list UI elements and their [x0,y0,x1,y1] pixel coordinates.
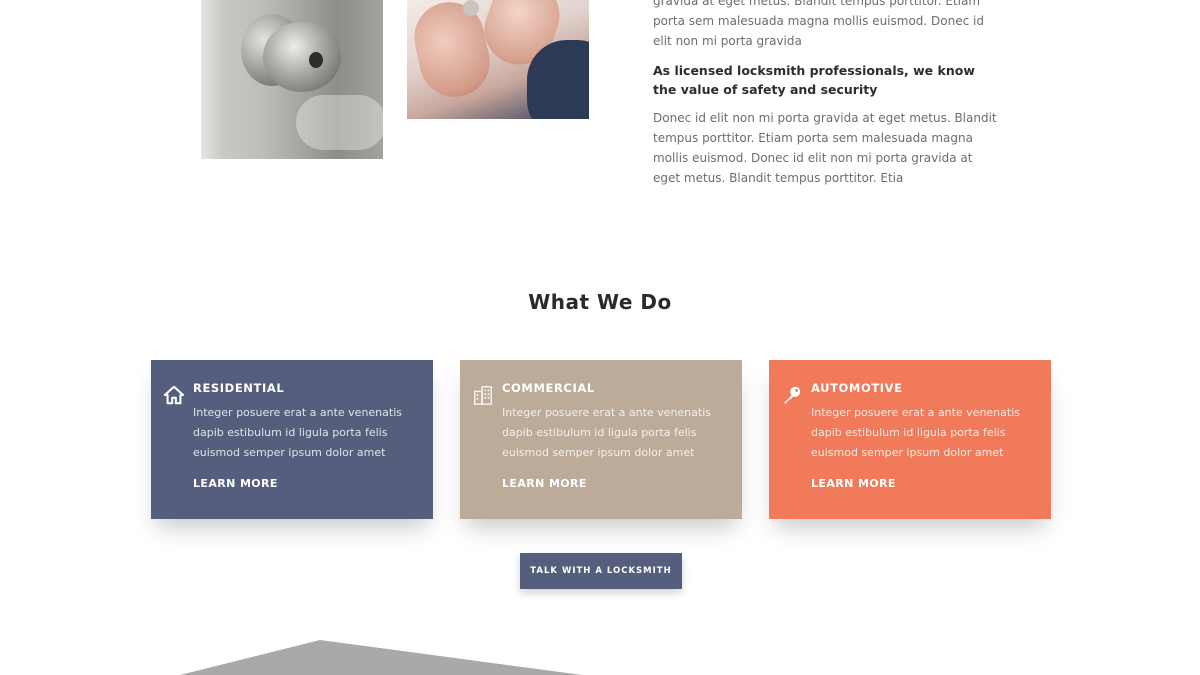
card-title: RESIDENTIAL [193,381,285,395]
section-title: What We Do [528,290,672,314]
card-title: AUTOMOTIVE [811,381,903,395]
about-text-column: gravida at eget metus. Blandit tempus po… [653,0,998,188]
building-icon [474,386,492,405]
door-knob-image [201,0,383,159]
service-card-automotive: AUTOMOTIVE Integer posuere erat a ante v… [769,360,1051,519]
card-description: Integer posuere erat a ante venenatis da… [502,406,711,459]
learn-more-link[interactable]: LEARN MORE [193,477,278,490]
service-card-commercial: COMMERCIAL Integer posuere erat a ante v… [460,360,742,519]
learn-more-link[interactable]: LEARN MORE [811,477,896,490]
card-title: COMMERCIAL [502,381,595,395]
roof-graphic [180,640,583,675]
about-body-paragraph: Donec id elit non mi porta gravida at eg… [653,111,997,185]
learn-more-link[interactable]: LEARN MORE [502,477,587,490]
service-card-residential: RESIDENTIAL Integer posuere erat a ante … [151,360,433,519]
talk-with-locksmith-button[interactable]: TALK WITH A LOCKSMITH [520,553,682,589]
home-icon [163,385,185,405]
card-description: Integer posuere erat a ante venenatis da… [193,406,402,459]
about-subheading: As licensed locksmith professionals, we … [653,63,975,97]
locksmith-hands-image [407,0,589,119]
key-icon [783,386,801,404]
card-description: Integer posuere erat a ante venenatis da… [811,406,1020,459]
about-intro-paragraph: gravida at eget metus. Blandit tempus po… [653,0,984,48]
